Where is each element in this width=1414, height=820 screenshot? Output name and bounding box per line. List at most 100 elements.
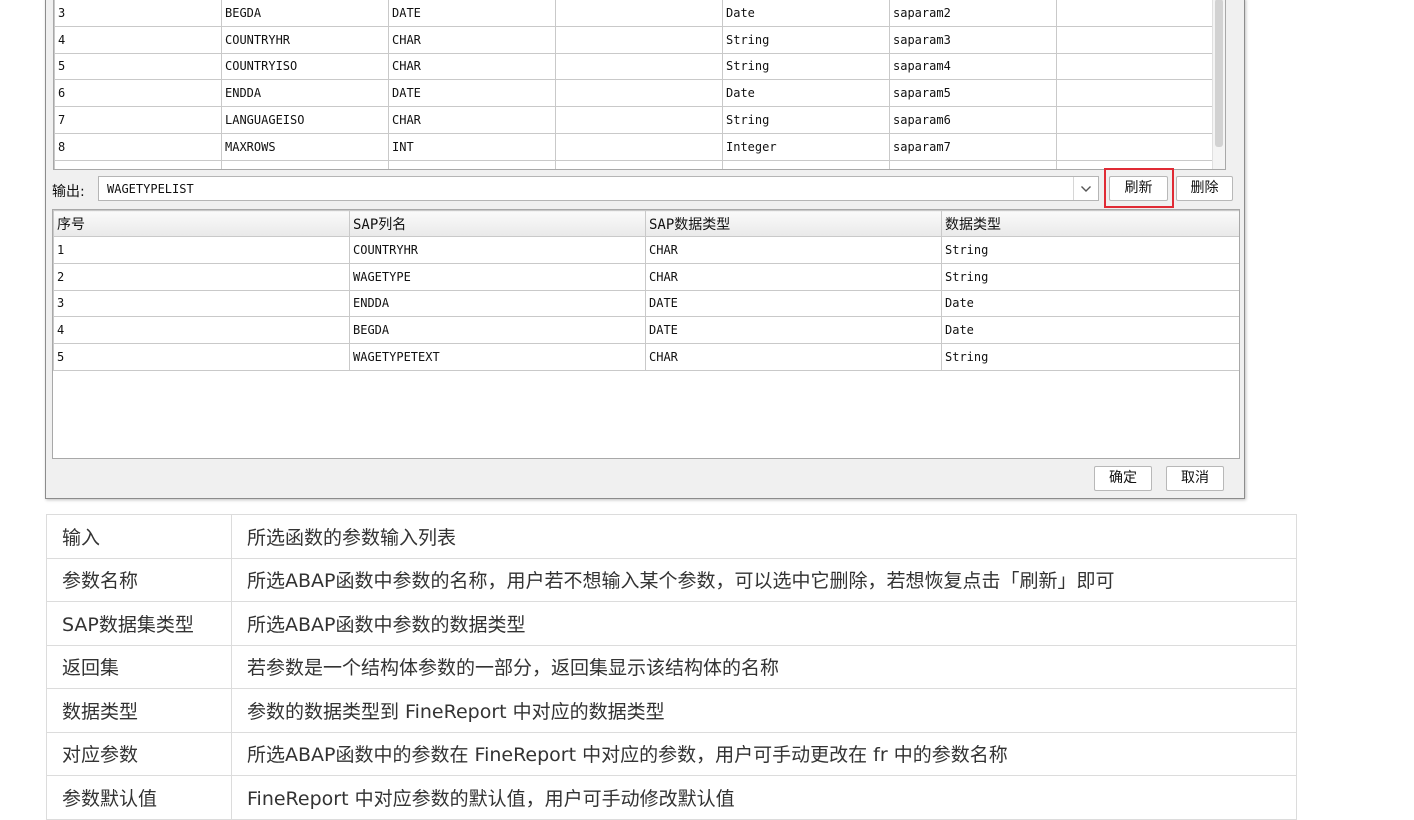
cell-param: saparam2 [889, 0, 1057, 27]
cell-sap-type: CHAR [645, 236, 942, 264]
table-row[interactable]: 8 MAXROWS INT Integer saparam7 [54, 132, 1225, 161]
refresh-button[interactable]: 刷新 [1109, 176, 1168, 201]
scrollbar-thumb[interactable] [1215, 0, 1223, 147]
cell-return-set [555, 106, 723, 134]
cell-data-type: Date [722, 0, 890, 27]
cell-sap-column: WAGETYPE [349, 262, 646, 291]
cell-index: 1 [53, 236, 350, 264]
table-row[interactable]: 5 WAGETYPETEXT CHAR String [53, 343, 1239, 371]
input-table-scrollbar[interactable] [1212, 0, 1225, 169]
sap-function-dialog: 3 BEGDA DATE Date saparam2 4 COUNTRYHR C… [45, 0, 1245, 499]
cell-default [1056, 0, 1225, 27]
table-row: 参数默认值 FineReport 中对应参数的默认值，用户可手动修改默认值 [46, 775, 1297, 820]
term-cell: 对应参数 [46, 731, 232, 776]
cell-return-set [555, 0, 723, 27]
term-cell: 参数默认值 [46, 775, 232, 820]
cell-data-type: Integer [722, 132, 890, 161]
chevron-down-icon[interactable] [1073, 177, 1098, 200]
term-cell: 输入 [46, 514, 232, 559]
description-cell: 所选ABAP函数中参数的名称，用户若不想输入某个参数，可以选中它删除，若想恢复点… [231, 557, 1297, 602]
description-cell: 若参数是一个结构体参数的一部分，返回集显示该结构体的名称 [231, 644, 1297, 689]
term-cell: 参数名称 [46, 557, 232, 602]
cell-data-type: String [722, 106, 890, 134]
cell-index: 3 [54, 0, 222, 27]
cell-param-name: BEGDA [221, 0, 389, 27]
cell-sap-type: INT [388, 132, 556, 161]
description-cell: 所选函数的参数输入列表 [231, 514, 1297, 559]
cell-param-name: MAXROWS [221, 132, 389, 161]
output-columns-table: 序号 SAP列名 SAP数据类型 数据类型 1 COUNTRYHR CHAR S… [52, 209, 1240, 459]
cell-param: saparam6 [889, 106, 1057, 134]
table-row[interactable]: 5 COUNTRYISO CHAR String saparam4 [54, 52, 1225, 81]
description-cell: 所选ABAP函数中参数的数据类型 [231, 601, 1297, 646]
cell-index: 7 [54, 106, 222, 134]
column-header-sap-type[interactable]: SAP数据类型 [645, 210, 942, 237]
cell-param-name: COUNTRYISO [221, 52, 389, 81]
column-header-sap-column[interactable]: SAP列名 [349, 210, 646, 237]
term-cell: 返回集 [46, 644, 232, 689]
table-row[interactable]: 3 BEGDA DATE Date saparam2 [54, 0, 1225, 27]
cell-index: 8 [54, 132, 222, 161]
table-row[interactable]: 4 BEGDA DATE Date [53, 316, 1239, 345]
cell-param-name: COUNTRYHR [221, 25, 389, 54]
cell-return-set [555, 25, 723, 54]
table-row[interactable]: 4 COUNTRYHR CHAR String saparam3 [54, 25, 1225, 54]
cell-param: saparam3 [889, 25, 1057, 54]
cell-sap-type: CHAR [645, 262, 942, 291]
cell-default [1056, 106, 1225, 134]
table-row[interactable]: 2 WAGETYPE CHAR String [53, 262, 1239, 291]
table-row[interactable]: 7 LANGUAGEISO CHAR String saparam6 [54, 106, 1225, 134]
cell-return-set [555, 79, 723, 108]
table-row: 输入 所选函数的参数输入列表 [46, 514, 1297, 559]
column-header-data-type[interactable]: 数据类型 [941, 210, 1239, 237]
table-row[interactable]: 1 COUNTRYHR CHAR String [53, 236, 1239, 264]
cell-sap-type: DATE [645, 316, 942, 345]
table-row[interactable]: 3 ENDDA DATE Date [53, 289, 1239, 318]
cell-param-name: ENDDA [221, 79, 389, 108]
cell-param-name: LANGUAGEISO [221, 106, 389, 134]
cell-default [1056, 25, 1225, 54]
table-row: 对应参数 所选ABAP函数中的参数在 FineReport 中对应的参数，用户可… [46, 731, 1297, 776]
output-label: 输出: [52, 184, 85, 200]
cell-index: 4 [53, 316, 350, 345]
cell-data-type: String [722, 25, 890, 54]
cancel-button[interactable]: 取消 [1166, 466, 1224, 491]
table-row: 参数名称 所选ABAP函数中参数的名称，用户若不想输入某个参数，可以选中它删除，… [46, 557, 1297, 602]
delete-button[interactable]: 删除 [1176, 176, 1233, 201]
parameter-description-table: 输入 所选函数的参数输入列表 参数名称 所选ABAP函数中参数的名称，用户若不想… [46, 514, 1297, 820]
input-params-table: 3 BEGDA DATE Date saparam2 4 COUNTRYHR C… [53, 0, 1226, 170]
column-header-index[interactable]: 序号 [53, 210, 350, 237]
table-row: 返回集 若参数是一个结构体参数的一部分，返回集显示该结构体的名称 [46, 644, 1297, 689]
cell-sap-type: CHAR [388, 25, 556, 54]
ok-button[interactable]: 确定 [1094, 466, 1152, 491]
cell-data-type: Date [722, 79, 890, 108]
cell-data-type: String [941, 236, 1239, 264]
cell-param: saparam7 [889, 132, 1057, 161]
cell-index: 5 [53, 343, 350, 371]
cell-sap-type: DATE [388, 79, 556, 108]
description-cell: FineReport 中对应参数的默认值，用户可手动修改默认值 [231, 775, 1297, 820]
table-header-row: 序号 SAP列名 SAP数据类型 数据类型 [53, 210, 1239, 237]
cell-sap-type: CHAR [645, 343, 942, 371]
cell-data-type: Date [941, 316, 1239, 345]
cell-param: saparam4 [889, 52, 1057, 81]
cell-data-type: String [941, 262, 1239, 291]
cell-index: 6 [54, 79, 222, 108]
cell-sap-column: ENDDA [349, 289, 646, 318]
cell-sap-type: CHAR [388, 52, 556, 81]
cell-sap-type: CHAR [388, 106, 556, 134]
cell-index: 4 [54, 25, 222, 54]
output-selected-value: WAGETYPELIST [107, 182, 194, 196]
cell-data-type: String [941, 343, 1239, 371]
cell-return-set [555, 52, 723, 81]
cell-sap-column: WAGETYPETEXT [349, 343, 646, 371]
description-cell: 参数的数据类型到 FineReport 中对应的数据类型 [231, 688, 1297, 733]
cell-sap-type: DATE [388, 0, 556, 27]
table-row[interactable] [54, 159, 1225, 169]
output-select[interactable]: WAGETYPELIST [98, 176, 1099, 201]
cell-index: 3 [53, 289, 350, 318]
table-row[interactable]: 6 ENDDA DATE Date saparam5 [54, 79, 1225, 108]
cell-return-set [555, 132, 723, 161]
cell-default [1056, 52, 1225, 81]
cell-sap-type: DATE [645, 289, 942, 318]
